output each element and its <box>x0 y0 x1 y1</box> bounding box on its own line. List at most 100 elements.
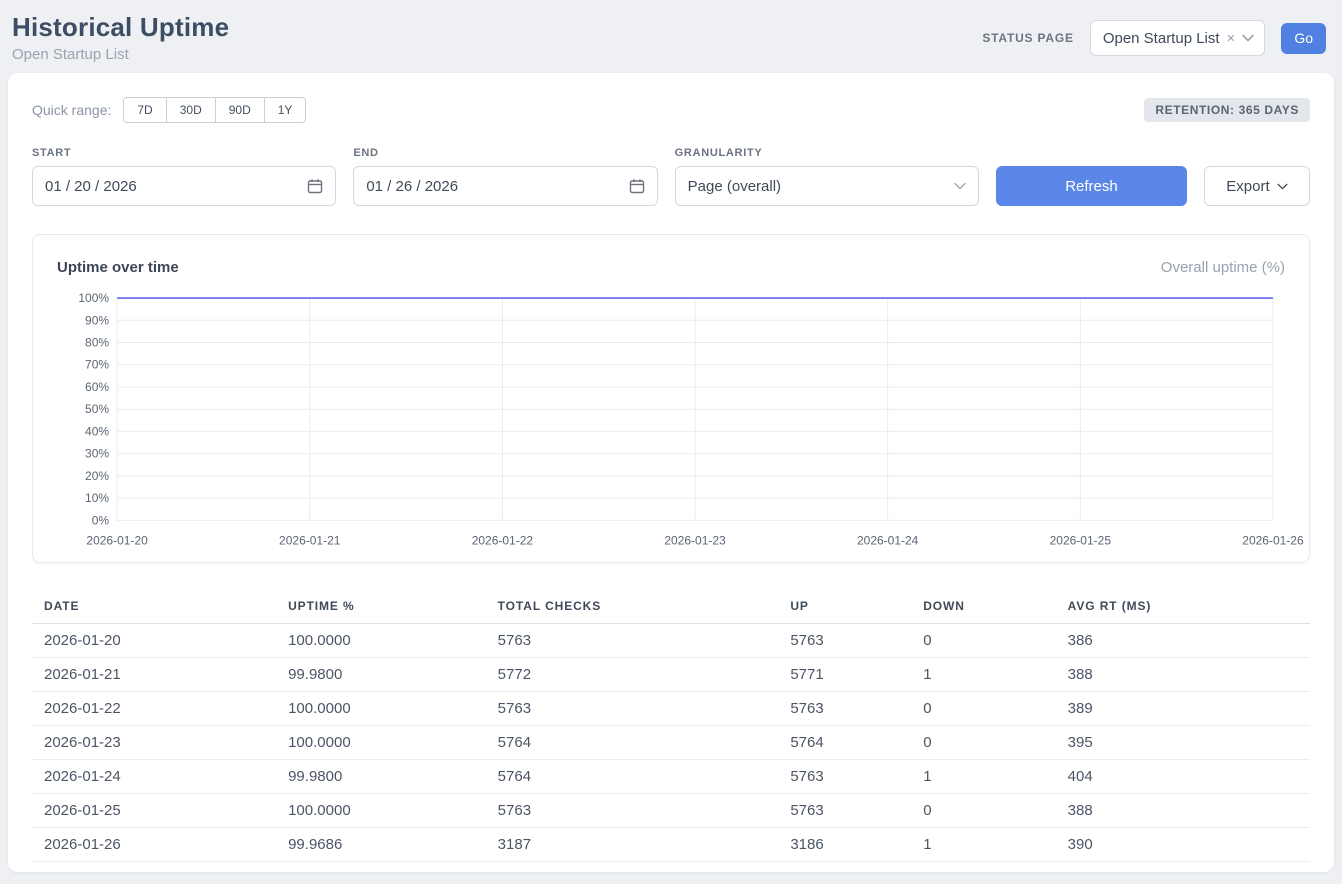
table-row: 2026-01-23100.0000576457640395 <box>32 726 1310 760</box>
table-column-header: DATE <box>32 589 276 624</box>
table-cell: 389 <box>1056 692 1310 726</box>
table-cell: 388 <box>1056 794 1310 828</box>
table-cell: 2026-01-21 <box>32 658 276 692</box>
svg-text:90%: 90% <box>85 313 109 327</box>
table-cell: 2026-01-24 <box>32 760 276 794</box>
table-row: 2026-01-22100.0000576357630389 <box>32 692 1310 726</box>
svg-text:100%: 100% <box>78 291 109 305</box>
calendar-icon[interactable] <box>307 178 323 194</box>
svg-text:40%: 40% <box>85 424 109 438</box>
table-cell: 5763 <box>778 760 911 794</box>
table-cell: 0 <box>911 624 1055 658</box>
quick-range-row: Quick range: 7D30D90D1Y RETENTION: 365 D… <box>32 97 1310 123</box>
svg-text:10%: 10% <box>85 491 109 505</box>
chevron-down-icon <box>1242 34 1254 42</box>
end-date-field: END 01 / 26 / 2026 <box>353 147 657 206</box>
table-cell: 388 <box>1056 658 1310 692</box>
table-cell: 5763 <box>486 624 779 658</box>
table-cell: 386 <box>1056 624 1310 658</box>
status-page-controls: STATUS PAGE Open Startup List × Go <box>982 20 1326 56</box>
table-cell: 3187 <box>486 828 779 862</box>
table-cell: 1 <box>911 658 1055 692</box>
table-cell: 5764 <box>486 760 779 794</box>
end-date-input[interactable]: 01 / 26 / 2026 <box>353 166 657 206</box>
table-cell: 2026-01-25 <box>32 794 276 828</box>
status-page-value: Open Startup List <box>1103 30 1220 47</box>
table-column-header: DOWN <box>911 589 1055 624</box>
table-cell: 100.0000 <box>276 726 486 760</box>
export-button-label: Export <box>1226 178 1269 195</box>
start-date-value: 01 / 20 / 2026 <box>45 178 137 195</box>
quick-range-button-30d[interactable]: 30D <box>166 97 216 123</box>
svg-text:80%: 80% <box>85 335 109 349</box>
quick-range-button-90d[interactable]: 90D <box>215 97 265 123</box>
table-cell: 3186 <box>778 828 911 862</box>
table-cell: 5763 <box>778 692 911 726</box>
page-subtitle: Open Startup List <box>12 46 229 63</box>
quick-range-group: 7D30D90D1Y <box>123 97 306 123</box>
table-header-row: DATEUPTIME %TOTAL CHECKSUPDOWNAVG RT (MS… <box>32 589 1310 624</box>
table-cell: 0 <box>911 692 1055 726</box>
go-button[interactable]: Go <box>1281 23 1326 54</box>
status-page-select[interactable]: Open Startup List × <box>1090 20 1266 56</box>
table-row: 2026-01-25100.0000576357630388 <box>32 794 1310 828</box>
start-date-field: START 01 / 20 / 2026 <box>32 147 336 206</box>
svg-text:2026-01-24: 2026-01-24 <box>857 533 919 547</box>
svg-text:2026-01-22: 2026-01-22 <box>472 533 534 547</box>
svg-text:2026-01-26: 2026-01-26 <box>1242 533 1304 547</box>
table-row: 2026-01-2199.9800577257711388 <box>32 658 1310 692</box>
chart-legend: Overall uptime (%) <box>1161 259 1285 276</box>
chart-card: Uptime over time Overall uptime (%) 0% 10… <box>32 234 1310 563</box>
table-cell: 0 <box>911 794 1055 828</box>
table-cell: 2026-01-20 <box>32 624 276 658</box>
table-cell: 5764 <box>778 726 911 760</box>
svg-text:2026-01-25: 2026-01-25 <box>1050 533 1112 547</box>
retention-badge: RETENTION: 365 DAYS <box>1144 98 1310 122</box>
chevron-down-icon <box>1277 183 1288 190</box>
quick-range-button-7d[interactable]: 7D <box>123 97 166 123</box>
uptime-table: DATEUPTIME %TOTAL CHECKSUPDOWNAVG RT (MS… <box>32 589 1310 862</box>
table-cell: 1 <box>911 828 1055 862</box>
table-cell: 2026-01-23 <box>32 726 276 760</box>
table-cell: 100.0000 <box>276 692 486 726</box>
quick-range-button-1y[interactable]: 1Y <box>264 97 307 123</box>
table-cell: 2026-01-26 <box>32 828 276 862</box>
svg-text:2026-01-21: 2026-01-21 <box>279 533 341 547</box>
refresh-button[interactable]: Refresh <box>996 166 1187 206</box>
granularity-value: Page (overall) <box>688 178 781 195</box>
svg-text:0%: 0% <box>92 513 110 527</box>
table-cell: 5763 <box>486 692 779 726</box>
uptime-line-chart: 0%10%20%30%40%50%60%70%80%90%100%2026-01… <box>53 290 1289 552</box>
page-header: Historical Uptime Open Startup List STAT… <box>0 0 1342 73</box>
table-cell: 404 <box>1056 760 1310 794</box>
svg-text:20%: 20% <box>85 469 109 483</box>
granularity-select[interactable]: Page (overall) <box>675 166 979 206</box>
calendar-icon[interactable] <box>629 178 645 194</box>
chart-title: Uptime over time <box>57 259 179 276</box>
svg-text:2026-01-20: 2026-01-20 <box>86 533 148 547</box>
table-cell: 100.0000 <box>276 624 486 658</box>
svg-text:50%: 50% <box>85 402 109 416</box>
export-button[interactable]: Export <box>1204 166 1310 206</box>
page-title: Historical Uptime <box>12 12 229 43</box>
table-cell: 2026-01-22 <box>32 692 276 726</box>
table-row: 2026-01-2699.9686318731861390 <box>32 828 1310 862</box>
table-cell: 5764 <box>486 726 779 760</box>
table-row: 2026-01-2499.9800576457631404 <box>32 760 1310 794</box>
table-cell: 99.9686 <box>276 828 486 862</box>
table-column-header: UP <box>778 589 911 624</box>
table-cell: 100.0000 <box>276 794 486 828</box>
clear-icon[interactable]: × <box>1227 31 1236 46</box>
main-card: Quick range: 7D30D90D1Y RETENTION: 365 D… <box>8 73 1334 872</box>
start-date-input[interactable]: 01 / 20 / 2026 <box>32 166 336 206</box>
granularity-label: GRANULARITY <box>675 147 979 159</box>
table-cell: 395 <box>1056 726 1310 760</box>
table-cell: 390 <box>1056 828 1310 862</box>
table-column-header: UPTIME % <box>276 589 486 624</box>
granularity-field: GRANULARITY Page (overall) <box>675 147 979 206</box>
table-cell: 1 <box>911 760 1055 794</box>
table-cell: 5763 <box>778 624 911 658</box>
table-cell: 5763 <box>778 794 911 828</box>
chart-header: Uptime over time Overall uptime (%) <box>57 259 1285 276</box>
table-row: 2026-01-20100.0000576357630386 <box>32 624 1310 658</box>
